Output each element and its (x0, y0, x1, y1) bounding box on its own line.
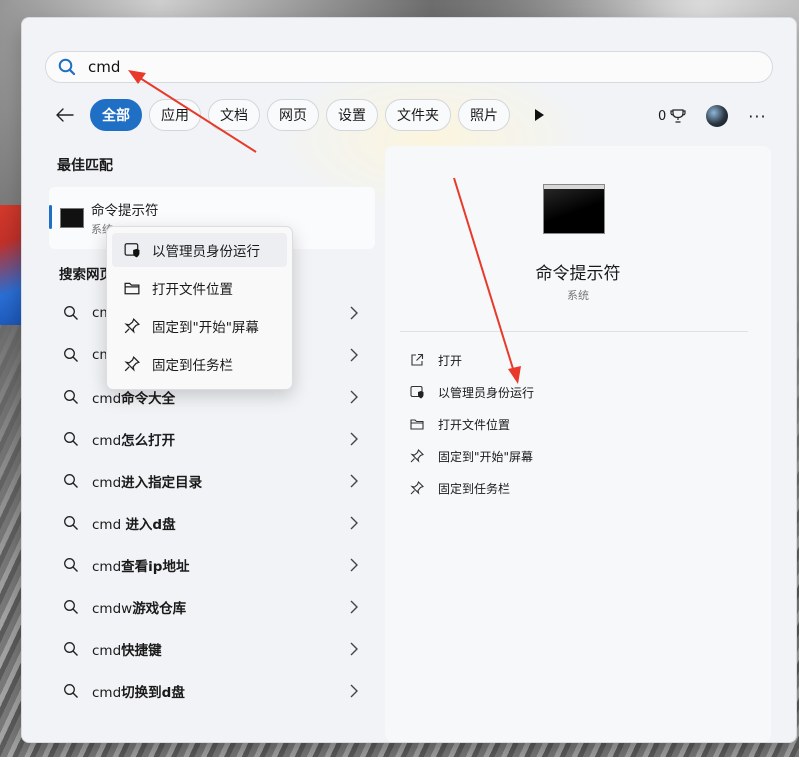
open-external-icon (411, 353, 424, 366)
chevron-right-icon (350, 306, 358, 320)
search-icon (64, 558, 78, 572)
web-search-heading: 搜索网页 (59, 267, 113, 283)
web-result-text: cmd快捷键 (92, 643, 162, 659)
filter-apps[interactable]: 应用 (149, 99, 201, 131)
user-avatar[interactable] (706, 105, 729, 127)
ctx-open-file-location-label: 打开文件位置 (152, 282, 233, 298)
action-pin-to-taskbar-label: 固定到任务栏 (438, 481, 511, 496)
filter-all[interactable]: 全部 (90, 99, 142, 131)
web-result-row[interactable]: cmd快捷键 (49, 628, 375, 670)
search-icon (64, 432, 78, 446)
back-button[interactable] (52, 102, 78, 128)
search-icon (64, 600, 78, 614)
app-actions: 打开 以管理员身份运行 打开文件位置 固定到"开始"屏幕 固定到任务栏 (410, 344, 534, 504)
web-result-row[interactable]: cmd查看ip地址 (49, 544, 375, 586)
web-result-row[interactable]: cmd怎么打开 (49, 418, 375, 460)
rewards-count: 0 (658, 108, 667, 124)
web-result-text: cmd怎么打开 (92, 433, 176, 449)
selection-indicator (49, 205, 52, 229)
rewards-trophy-icon[interactable] (670, 108, 686, 124)
search-icon (64, 642, 78, 656)
filter-photos[interactable]: 照片 (458, 99, 510, 131)
pin-icon (410, 449, 424, 463)
web-result-row[interactable]: cmd 进入d盘 (49, 502, 375, 544)
search-input[interactable]: cmd (88, 58, 120, 76)
action-open-file-location[interactable]: 打开文件位置 (410, 408, 534, 440)
filter-documents[interactable]: 文档 (208, 99, 260, 131)
web-result-row[interactable]: cmd进入指定目录 (49, 460, 375, 502)
best-match-heading: 最佳匹配 (57, 158, 113, 174)
action-pin-to-start-label: 固定到"开始"屏幕 (438, 449, 534, 464)
ctx-pin-to-start-label: 固定到"开始"屏幕 (152, 320, 259, 336)
chevron-right-icon (350, 600, 358, 614)
ctx-pin-to-start[interactable]: 固定到"开始"屏幕 (112, 309, 287, 343)
search-icon (64, 516, 78, 530)
ctx-pin-to-taskbar[interactable]: 固定到任务栏 (112, 347, 287, 381)
command-prompt-icon (60, 208, 84, 228)
web-result-text: cmd命令大全 (92, 391, 176, 407)
app-detail-panel: 命令提示符 系统 打开 以管理员身份运行 打开文件位置 固定到"开始"屏幕 固定… (385, 146, 771, 742)
filter-web[interactable]: 网页 (267, 99, 319, 131)
header-tools: 0 ··· (658, 104, 767, 128)
chevron-right-icon (350, 348, 358, 362)
pin-icon (124, 356, 140, 372)
search-icon (64, 306, 78, 320)
app-title: 命令提示符 (535, 264, 621, 284)
web-result-text: cmd查看ip地址 (92, 559, 190, 575)
chevron-right-icon (350, 516, 358, 530)
action-pin-to-start[interactable]: 固定到"开始"屏幕 (410, 440, 534, 472)
more-options-button[interactable]: ··· (748, 107, 766, 126)
ctx-run-as-admin[interactable]: 以管理员身份运行 (112, 233, 287, 267)
divider (400, 331, 748, 332)
filter-settings[interactable]: 设置 (326, 99, 378, 131)
folder-icon (124, 282, 140, 295)
action-run-as-admin-label: 以管理员身份运行 (438, 385, 535, 400)
chevron-right-icon (350, 642, 358, 656)
web-result-text: cmd 进入d盘 (92, 517, 176, 533)
shield-window-icon (124, 243, 140, 258)
web-result-row[interactable]: cmd切换到d盘 (49, 670, 375, 712)
action-run-as-admin[interactable]: 以管理员身份运行 (410, 376, 534, 408)
action-open-label: 打开 (438, 353, 463, 368)
folder-icon (410, 419, 424, 430)
search-icon (64, 390, 78, 404)
web-result-text: cmd进入指定目录 (92, 475, 203, 491)
ctx-pin-to-taskbar-label: 固定到任务栏 (152, 358, 233, 374)
chevron-right-icon (350, 390, 358, 404)
shield-window-icon (410, 385, 424, 399)
search-icon (58, 58, 76, 76)
window-titlebar (544, 185, 604, 189)
web-result-row[interactable]: cmdw游戏仓库 (49, 586, 375, 628)
pin-icon (124, 318, 140, 334)
action-open[interactable]: 打开 (410, 344, 534, 376)
ctx-open-file-location[interactable]: 打开文件位置 (112, 271, 287, 305)
chevron-right-icon (350, 684, 358, 698)
search-box[interactable]: cmd (45, 51, 773, 83)
play-icon (535, 109, 544, 121)
action-pin-to-taskbar[interactable]: 固定到任务栏 (410, 472, 534, 504)
more-filters-button[interactable] (529, 105, 549, 125)
command-prompt-icon (543, 184, 605, 234)
search-icon (64, 348, 78, 362)
ctx-run-as-admin-label: 以管理员身份运行 (152, 244, 260, 260)
web-result-text: cmd切换到d盘 (92, 685, 185, 701)
chevron-right-icon (350, 558, 358, 572)
best-match-name: 命令提示符 (91, 203, 159, 219)
back-arrow-icon (56, 108, 74, 122)
chevron-right-icon (350, 474, 358, 488)
chevron-right-icon (350, 432, 358, 446)
search-icon (64, 474, 78, 488)
app-subtitle: 系统 (567, 289, 589, 302)
web-result-text: cmdw游戏仓库 (92, 601, 187, 617)
pin-icon (410, 481, 424, 495)
action-open-file-location-label: 打开文件位置 (438, 417, 511, 432)
filter-folders[interactable]: 文件夹 (385, 99, 451, 131)
filter-bar: 全部 应用 文档 网页 设置 文件夹 照片 (52, 99, 549, 131)
context-menu: 以管理员身份运行 打开文件位置 固定到"开始"屏幕 固定到任务栏 (106, 226, 293, 390)
search-icon (64, 684, 78, 698)
